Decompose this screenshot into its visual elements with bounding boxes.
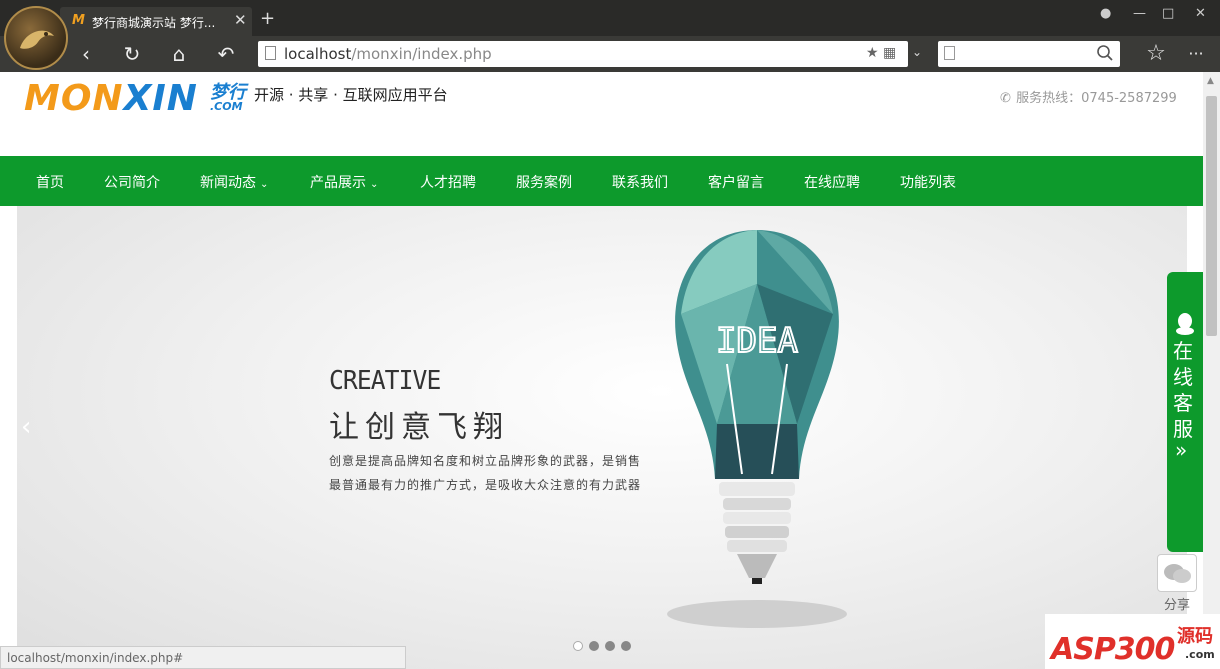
watermark-text: ASP300 [1051,632,1175,667]
search-engine-icon[interactable] [944,46,955,60]
undo-close-icon[interactable]: ↶ [214,42,238,66]
nav-item-about[interactable]: 公司简介 [104,172,160,192]
tab-close-icon[interactable]: ✕ [234,11,247,29]
slide-dot[interactable] [573,641,583,651]
qq-icon [1176,313,1194,335]
online-service-label: 在线客服 [1173,339,1193,441]
star-icon[interactable]: ☆ [1144,42,1168,66]
skin-icon[interactable]: ● [1100,6,1111,21]
nav-item-news[interactable]: 新闻动态 ⌄ [200,172,268,192]
page-scrollbar[interactable]: ▲ [1203,72,1220,669]
slide-dot[interactable] [605,641,615,651]
favorite-qr-icon[interactable]: ★ ▦ [866,45,896,61]
bulb-idea-text: IDEA [716,321,798,361]
logo-mon: MON [24,78,124,119]
browser-window: M 梦行商城演示站 梦行... ✕ + ● — □ ✕ ‹ ↻ ⌂ ↶ loca… [0,0,1220,669]
address-bar[interactable]: localhost/monxin/index.php ★ ▦ [258,41,908,67]
lightbulb-icon: IDEA [667,230,847,628]
scroll-up-icon[interactable]: ▲ [1207,76,1214,86]
banner-desc-line2: 最普通最有力的推广方式，是吸收大众注意的有力武器 [329,478,642,492]
window-close-icon[interactable]: ✕ [1195,6,1206,21]
navigation-bar: ‹ ↻ ⌂ ↶ localhost/monxin/index.php ★ ▦ ⌄… [0,36,1220,72]
status-bar: localhost/monxin/index.php# [0,646,406,669]
share-widget[interactable]: 分享 [1157,554,1197,613]
url-text[interactable]: localhost/monxin/index.php [284,45,492,63]
title-bar: M 梦行商城演示站 梦行... ✕ + ● — □ ✕ [0,0,1220,36]
page-icon [265,46,276,60]
tab-favicon-icon: M [72,13,85,28]
more-icon[interactable]: ··· [1184,42,1208,66]
site-logo[interactable]: MONXIN 梦行 .COM [24,78,246,119]
nav-item-products[interactable]: 产品展示 ⌄ [310,172,378,192]
slide-dot[interactable] [621,641,631,651]
browser-tab[interactable]: M 梦行商城演示站 梦行... ✕ [60,7,252,36]
banner-desc-line1: 创意是提高品牌知名度和树立品牌形象的武器，是销售 [329,454,642,468]
new-tab-icon[interactable]: + [260,8,275,29]
slide-indicators [573,636,637,655]
nav-item-contact[interactable]: 联系我们 [612,172,668,192]
nav-item-features[interactable]: 功能列表 [900,172,956,192]
double-chevron-icon[interactable]: » [1175,438,1187,462]
watermark-cn: 源码 [1177,626,1213,647]
slide-dot[interactable] [589,641,599,651]
hotline: ✆ 服务热线：0745-2587299 [1000,87,1177,106]
site-slogan: 开源 · 共享 · 互联网应用平台 [254,86,448,104]
watermark-domain: .com [1185,648,1215,661]
main-navigation: 首页 公司简介 新闻动态 ⌄ 产品展示 ⌄ 人才招聘 服务案例 联系我们 客户留言 … [0,156,1203,206]
search-icon[interactable] [1096,44,1114,62]
nav-item-cases[interactable]: 服务案例 [516,172,572,192]
hotline-text: 服务热线：0745-2587299 [1016,91,1177,106]
phone-icon: ✆ [1000,91,1011,106]
nav-item-message[interactable]: 客户留言 [708,172,764,192]
search-box[interactable] [938,41,1120,67]
share-label: 分享 [1163,598,1190,613]
browser-logo-icon[interactable] [4,6,68,70]
home-icon[interactable]: ⌂ [167,42,191,66]
nav-item-apply[interactable]: 在线应聘 [804,172,860,192]
banner-headline: 让创意飞翔 [329,410,509,445]
minimize-icon[interactable]: — [1133,6,1146,21]
nav-item-home[interactable]: 首页 [36,172,64,192]
maximize-icon[interactable]: □ [1162,6,1174,21]
prev-slide-icon[interactable]: ‹ [21,412,31,442]
hero-banner[interactable]: ‹ CREATIVE 让创意飞翔 创意是提高品牌知名度和树立品牌形象的武器，是销… [17,206,1187,669]
online-service-panel[interactable]: 在线客服 » [1167,272,1203,552]
chevron-down-icon: ⌄ [260,179,269,190]
reload-icon[interactable]: ↻ [120,42,144,66]
back-icon[interactable]: ‹ [74,42,98,66]
web-page: MONXIN 梦行 .COM 开源 · 共享 · 互联网应用平台 ✆ 服务热线：… [0,72,1203,669]
wechat-icon[interactable] [1157,554,1197,592]
logo-xin: XIN [123,78,198,119]
url-dropdown-icon[interactable]: ⌄ [912,45,922,59]
logo-domain: .COM [210,100,243,113]
tab-title: 梦行商城演示站 梦行... [92,16,216,30]
nav-item-jobs[interactable]: 人才招聘 [420,172,476,192]
scroll-thumb[interactable] [1206,96,1217,336]
watermark-logo: ASP300 源码 .com [1045,614,1220,669]
chevron-down-icon: ⌄ [370,179,379,190]
banner-creative-text: CREATIVE [329,366,441,396]
